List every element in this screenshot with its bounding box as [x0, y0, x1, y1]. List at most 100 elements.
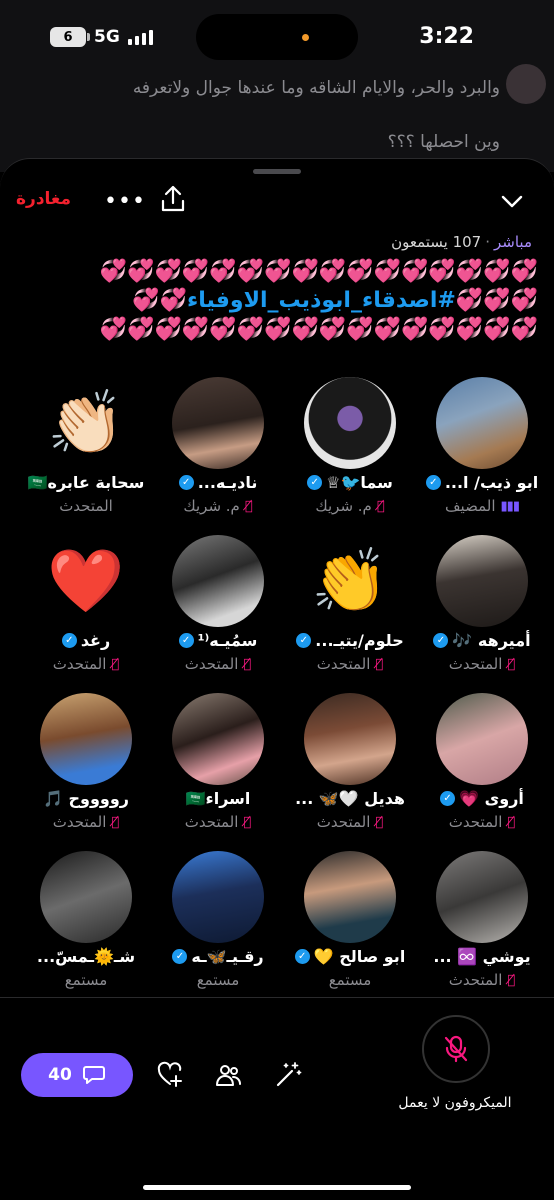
- title-line-2: 💞💞💞#اصدقاء_ابوذيب_الاوفياء💞💞: [28, 286, 538, 315]
- sheet-grabber[interactable]: [253, 169, 301, 174]
- participant-avatar[interactable]: [304, 377, 396, 469]
- verified-badge-icon: ✓: [440, 791, 456, 806]
- participant-role: المتحدث: [316, 813, 371, 831]
- listener-count: 107 يستمعون: [391, 233, 482, 251]
- participant-avatar[interactable]: ❤️: [40, 535, 132, 627]
- participant-name: اسراء🇸🇦: [185, 789, 251, 808]
- participant-name: شـ🌞ـمسّ...: [36, 947, 136, 966]
- magic-wand-icon[interactable]: [274, 1061, 302, 1089]
- signal-area: 6 5G: [50, 27, 153, 47]
- participant-avatar[interactable]: [304, 693, 396, 785]
- participant-name-line: سحابة عابره🇸🇦: [20, 473, 152, 492]
- participant-name-line: ابو ذيب/ ا... ✓: [416, 473, 548, 492]
- background-tweet-line2: وين احصلها ؟؟؟: [387, 132, 500, 152]
- participant-role: مستمع: [64, 971, 108, 989]
- title-line-1: 💞💞💞💞💞💞💞💞💞💞💞💞💞💞💞💞: [99, 259, 538, 284]
- mic-off-icon: 🎙̸: [111, 656, 120, 672]
- more-options-button[interactable]: •••: [104, 189, 146, 214]
- participant-name-line: أميرهه 🎶 ✓: [416, 631, 548, 650]
- battery-icon: 6: [50, 27, 90, 47]
- chevron-down-icon[interactable]: [500, 191, 524, 211]
- participant-avatar[interactable]: [436, 851, 528, 943]
- mic-off-icon: 🎙̸: [507, 814, 516, 830]
- status-time: 3:22: [419, 24, 474, 49]
- participant-avatar[interactable]: [436, 693, 528, 785]
- mic-off-icon: 🎙̸: [244, 498, 253, 514]
- people-icon[interactable]: [214, 1061, 242, 1089]
- participant-role-line: 🎙̸ المتحدث: [152, 655, 284, 673]
- add-heart-icon[interactable]: [156, 1061, 184, 1089]
- participant-role: المتحدث: [316, 655, 371, 673]
- participant-avatar[interactable]: [436, 377, 528, 469]
- participant-name: ابو صالح 💛: [313, 947, 406, 966]
- participant-avatar[interactable]: [40, 693, 132, 785]
- participant-role: المتحدث: [448, 971, 503, 989]
- title-hashtag[interactable]: #اصدقاء_ابوذيب_الاوفياء: [187, 288, 456, 313]
- participant-role-line: مستمع: [152, 971, 284, 989]
- recording-dot-icon: [302, 34, 309, 41]
- participant-avatar[interactable]: [40, 851, 132, 943]
- participant-role: المتحدث: [52, 655, 107, 673]
- participant-avatar[interactable]: [436, 535, 528, 627]
- verified-badge-icon: ✓: [307, 475, 323, 490]
- leave-button[interactable]: مغادرة: [16, 189, 71, 209]
- participant-role: المتحدث: [59, 497, 113, 515]
- participant-name: حلوم/يتيـ...: [315, 631, 404, 650]
- verified-badge-icon: ✓: [178, 475, 194, 490]
- background-tweet: والبرد والحر، والايام الشاقه وما عندها ج…: [0, 64, 554, 172]
- participant-name-line: شـ🌞ـمسّ...: [20, 947, 152, 966]
- participant-role: المتحدث: [448, 655, 503, 673]
- participant-avatar[interactable]: [304, 851, 396, 943]
- participant-name: رغد: [80, 631, 111, 650]
- participant-name-line: رقـيـ🦋ـه ✓: [152, 947, 284, 966]
- participant-role-line: 🎙̸ المتحدث: [284, 655, 416, 673]
- mic-off-icon: 🎙̸: [375, 656, 384, 672]
- participant-role-line: 🎙̸ م. شريك: [152, 497, 284, 515]
- participant-role-line: المتحدث: [20, 497, 152, 515]
- participant-avatar[interactable]: [172, 851, 264, 943]
- background-avatar: [506, 64, 546, 104]
- participant-role-line: 🎙̸ المتحدث: [20, 813, 152, 831]
- participant-name-line: أروى 💗 ✓: [416, 789, 548, 808]
- participant-role: المتحدث: [448, 813, 503, 831]
- network-label: 5G: [94, 27, 120, 47]
- participant-name: سحابة عابره🇸🇦: [27, 473, 145, 492]
- participant-name: سمُيـه⁽¹: [197, 631, 258, 650]
- mic-off-icon: 🎙̸: [507, 656, 516, 672]
- participant-avatar[interactable]: 👏🏻: [40, 377, 132, 469]
- bottom-divider: [0, 997, 554, 998]
- space-sheet: مغادرة ••• مباشر·107 يستمعون 💞💞💞💞💞💞💞💞💞💞💞…: [0, 158, 554, 1200]
- comment-count: 40: [48, 1065, 72, 1085]
- participant-name-line: يوشي ♾️ ...: [416, 947, 548, 966]
- mic-off-icon: 🎙̸: [507, 972, 516, 988]
- participant-role-line: 🎙̸ المتحدث: [416, 813, 548, 831]
- mic-off-icon: [444, 1035, 468, 1063]
- home-indicator[interactable]: [143, 1185, 411, 1190]
- participant-name: رووووح 🎵: [43, 789, 130, 808]
- verified-badge-icon: ✓: [296, 633, 312, 648]
- verified-badge-icon: ✓: [425, 475, 441, 490]
- participant-role-line: ▮▮▮ المضيف: [416, 497, 548, 515]
- participant-name-line: هديل 🤍🦋 ...: [284, 789, 416, 808]
- title-hearts-suffix: 💞💞: [132, 288, 188, 313]
- participant-role-line: 🎙̸ المتحدث: [20, 655, 152, 673]
- participant-avatar[interactable]: [172, 535, 264, 627]
- mic-off-icon: 🎙̸: [375, 814, 384, 830]
- participant-avatar[interactable]: [172, 377, 264, 469]
- participant-role-line: 🎙̸ المتحدث: [416, 655, 548, 673]
- participant-name: يوشي ♾️ ...: [433, 947, 531, 966]
- participant-name: أروى 💗: [459, 789, 524, 808]
- participant-name: أميرهه 🎶: [452, 631, 531, 650]
- participant-name: سما🐦♕: [326, 473, 393, 492]
- comments-button[interactable]: 40: [21, 1053, 133, 1097]
- title-hearts-prefix: 💞💞💞: [455, 288, 538, 313]
- participant-role-line: 🎙̸ م. شريك: [284, 497, 416, 515]
- participant-avatar[interactable]: 👏: [304, 535, 396, 627]
- participant-role-line: مستمع: [284, 971, 416, 989]
- share-icon[interactable]: [160, 185, 186, 213]
- microphone-button[interactable]: [422, 1015, 490, 1083]
- participant-avatar[interactable]: [172, 693, 264, 785]
- participant-role-line: 🎙̸ المتحدث: [416, 971, 548, 989]
- verified-badge-icon: ✓: [294, 949, 310, 964]
- background-tweet-line1: والبرد والحر، والايام الشاقه وما عندها ج…: [132, 78, 500, 98]
